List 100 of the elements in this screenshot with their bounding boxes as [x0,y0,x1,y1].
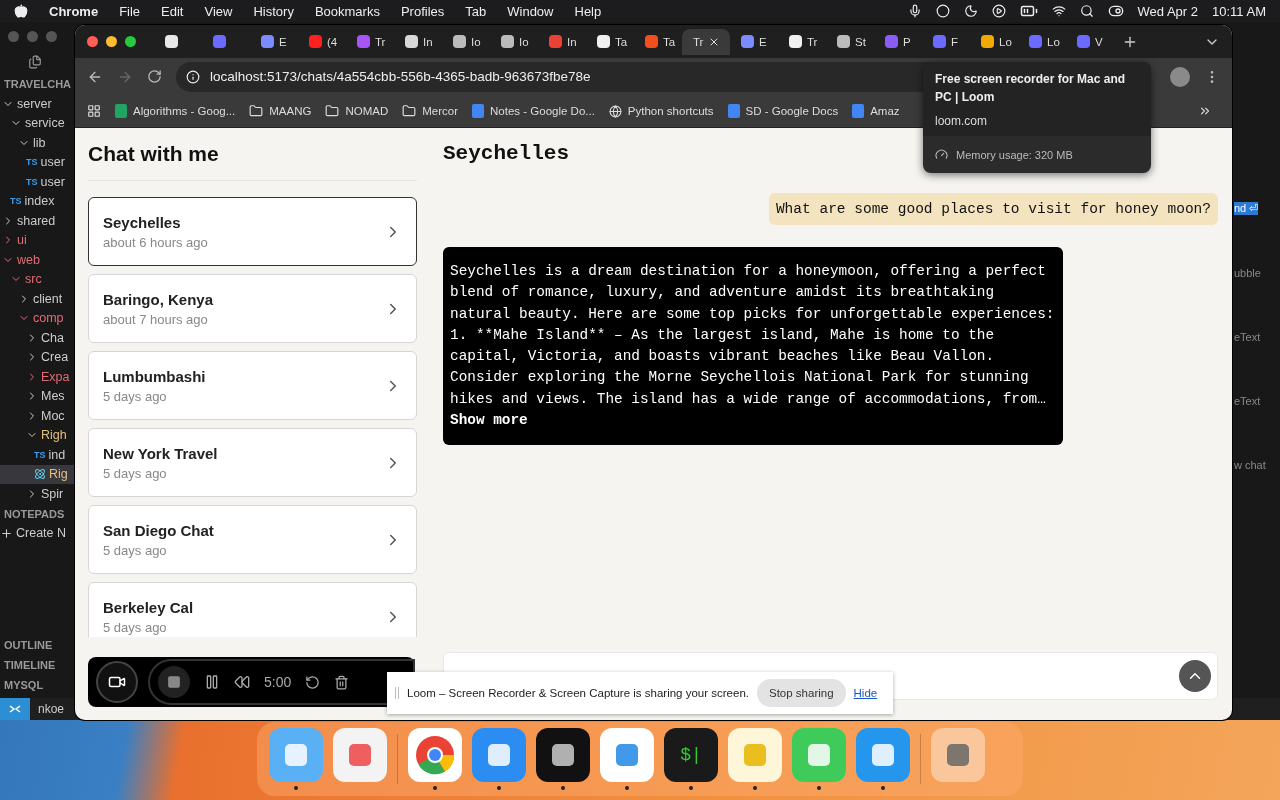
file-tree-item[interactable]: shared [17,213,56,228]
bookmark-link[interactable]: Notes - Google Do... [490,105,595,117]
chat-card[interactable]: Baringo, Kenya about 7 hours ago [88,274,417,343]
browser-tab[interactable]: F [922,28,970,55]
browser-tab[interactable]: Io [442,28,490,55]
browser-tab[interactable]: Lo [1018,28,1066,55]
window-zoom-button[interactable] [125,36,136,47]
show-more-button[interactable]: Show more [450,410,528,432]
files-icon[interactable] [28,55,42,69]
browser-tab[interactable]: P [874,28,922,55]
control-center-icon[interactable] [1107,3,1124,19]
reload-icon[interactable] [147,69,162,84]
file-tree-item[interactable]: src [25,272,42,287]
menu-item[interactable]: Profiles [400,3,445,19]
create-notepad-link[interactable]: Create N [16,526,67,541]
plus-icon[interactable] [0,526,13,540]
profile-avatar[interactable] [1170,66,1190,87]
browser-tab[interactable]: E [250,28,298,55]
file-tree-item[interactable]: web [17,252,40,267]
browser-tab[interactable]: E [730,28,778,55]
window-close-button[interactable] [87,36,98,47]
browser-tab[interactable]: St [826,28,874,55]
bookmark-link[interactable]: SD - Google Docs [745,105,839,117]
menu-date[interactable]: Wed Apr 2 [1137,3,1199,19]
explorer-title[interactable]: TRAVELCHA [0,74,75,94]
pause-button[interactable] [204,674,220,690]
rewind-button[interactable] [234,674,250,690]
bookmark-link[interactable]: Amaz [870,105,900,117]
file-tree-item[interactable]: client [33,291,63,306]
file-tree-item[interactable]: comp [33,311,64,326]
apps-icon[interactable] [87,104,101,118]
file-tree-item[interactable]: Cha [41,330,64,345]
browser-tab[interactable]: In [538,28,586,55]
file-tree-item[interactable]: Rig [49,467,68,482]
file-tree-item[interactable]: Mes [41,389,65,404]
menu-item[interactable]: History [253,3,294,19]
browser-tab[interactable]: Tr [346,28,394,55]
file-tree-item[interactable]: Moc [41,408,65,423]
remote-button[interactable] [0,698,30,720]
play-icon[interactable] [991,4,1006,18]
browser-tab[interactable]: Tr [682,28,730,55]
chat-card[interactable]: Seychelles about 6 hours ago [88,197,417,266]
bookmark-link[interactable]: Python shortcuts [627,105,714,117]
menu-item[interactable]: Window [507,3,554,19]
file-tree-item[interactable]: service [25,116,65,131]
chat-card[interactable]: San Diego Chat 5 days ago [88,505,417,574]
camera-button[interactable] [96,661,138,703]
menu-item[interactable]: File [119,3,141,19]
browser-tab[interactable]: Lo [970,28,1018,55]
stop-button[interactable] [158,666,190,698]
bookmark-link[interactable]: Mercor [422,105,459,117]
microphone-icon[interactable] [907,4,922,18]
moon-icon[interactable] [963,4,978,18]
hide-link[interactable]: Hide [853,687,878,699]
chat-card[interactable]: New York Travel 5 days ago [88,428,417,497]
browser-tab[interactable]: V [1066,28,1114,55]
info-icon[interactable] [186,69,200,84]
browser-tab[interactable]: (4 [298,28,346,55]
apple-icon[interactable] [14,4,28,18]
scroll-up-button[interactable] [1179,660,1211,692]
section-title[interactable]: NOTEPADS [0,503,75,524]
file-tree-item[interactable]: lib [33,135,46,150]
browser-tab[interactable]: Ta [586,28,634,55]
section-title[interactable]: OUTLINE [0,635,75,655]
menu-item[interactable]: Help [574,3,602,19]
window-close-button[interactable] [8,30,19,42]
restart-button[interactable] [305,674,321,690]
browser-tab[interactable]: Tr [778,28,826,55]
menu-time[interactable]: 10:11 AM [1212,3,1266,19]
menu-item[interactable]: Bookmarks [314,3,380,19]
file-tree-item[interactable]: ind [48,447,66,462]
file-tree-item[interactable]: index [24,194,55,209]
file-tree-item[interactable]: ui [17,233,27,248]
menu-item[interactable]: View [204,3,233,19]
file-tree-item[interactable]: Expa [41,369,70,384]
section-title[interactable]: TIMELINE [0,655,75,675]
bookmark-link[interactable]: MAANG [269,105,312,117]
file-tree-item[interactable]: Righ [41,428,67,443]
browser-tab[interactable]: In [394,28,442,55]
menu-item[interactable]: Tab [465,3,487,19]
file-tree-item[interactable]: user [40,174,65,189]
bookmark-link[interactable]: Algorithms - Goog... [133,105,236,117]
section-title[interactable]: MYSQL [0,675,75,695]
browser-tab[interactable]: Ta [634,28,682,55]
chat-card[interactable]: Berkeley Cal 5 days ago [88,582,417,637]
window-minimize-button[interactable] [106,36,117,47]
file-tree-item[interactable]: server [17,96,52,111]
menu-item[interactable]: Chrome [49,3,99,19]
more-bookmarks-icon[interactable] [1198,104,1212,118]
file-tree-item[interactable]: Spir [41,486,64,501]
browser-tab[interactable]: Io [490,28,538,55]
search-icon[interactable] [1079,4,1094,18]
chat-card[interactable]: Lumbumbashi 5 days ago [88,351,417,420]
status-icon[interactable] [935,4,950,18]
file-tree-item[interactable]: Crea [41,350,69,365]
stop-sharing-button[interactable]: Stop sharing [757,679,846,707]
menu-item[interactable]: Edit [161,3,184,19]
wifi-icon[interactable] [1051,4,1066,18]
bookmark-link[interactable]: NOMAD [345,105,389,117]
file-tree-item[interactable]: user [40,155,65,170]
